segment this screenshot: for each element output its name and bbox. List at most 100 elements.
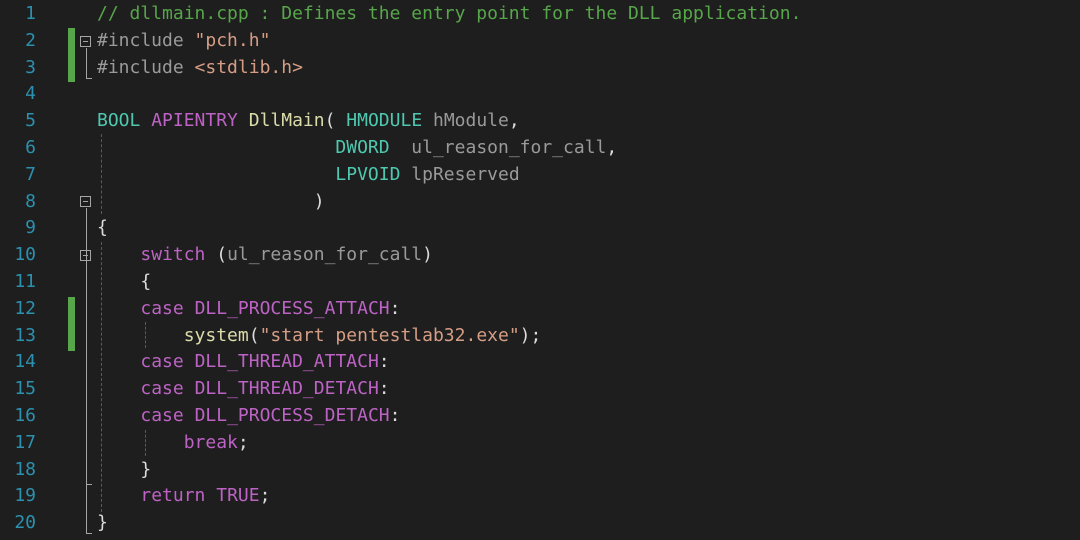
code-line[interactable]: 2 #include "pch.h" [0,28,1080,55]
code-token: : [378,351,390,373]
code-token: : [389,297,401,319]
code-text: ) [97,189,325,216]
code-text: break; [97,430,249,457]
code-token: break [183,431,238,453]
code-line[interactable]: 3 #include <stdlib.h> [0,55,1080,82]
line-number: 15 [14,378,36,400]
code-token: : [378,378,390,400]
code-token: APIENTRY [151,110,238,132]
code-token: switch [140,244,206,266]
code-token: "pch.h" [194,29,271,51]
code-token: DLL_THREAD_ATTACH [194,351,379,373]
code-token: } [97,512,108,534]
code-text: } [97,510,108,537]
code-token: <stdlib.h> [194,56,303,78]
line-number: 17 [14,431,36,453]
code-text: // dllmain.cpp : Defines the entry point… [97,1,801,28]
code-line[interactable]: 12 case DLL_PROCESS_ATTACH: [0,296,1080,323]
code-line[interactable]: 15 case DLL_THREAD_DETACH: [0,376,1080,403]
line-number: 6 [25,137,36,158]
code-token: ( [205,244,228,266]
code-token: case [140,378,184,400]
code-token: } [97,458,152,480]
code-editor[interactable]: 1 // dllmain.cpp : Defines the entry poin… [0,0,1080,540]
code-line[interactable]: 6 DWORD ul_reason_for_call, [0,135,1080,162]
code-text: DWORD ul_reason_for_call, [97,135,617,162]
code-token: return [140,485,206,507]
code-token: { [97,217,108,239]
code-token: ul_reason_for_call [227,244,423,266]
line-number: 13 [14,324,36,346]
code-text: BOOL APIENTRY DllMain( HMODULE hModule, [97,108,520,135]
code-token: { [97,271,152,292]
code-token: : [389,405,401,426]
line-number: 9 [25,217,36,239]
code-line[interactable]: 8 ) [0,189,1080,216]
code-line[interactable]: 11 { [0,269,1080,296]
code-token: hModule [433,110,509,132]
code-line[interactable]: 13 system("start pentestlab32.exe"); [0,323,1080,350]
code-token: ; [237,431,249,453]
code-line[interactable]: 1 // dllmain.cpp : Defines the entry poin… [0,1,1080,28]
code-text: #include "pch.h" [97,28,270,55]
code-line[interactable]: 5 BOOL APIENTRY DllMain( HMODULE hModule, [0,108,1080,135]
code-token: #include [97,29,195,51]
code-token: DLL_PROCESS_DETACH [194,405,390,426]
code-text: case DLL_THREAD_ATTACH: [97,349,390,376]
code-token: ) [422,244,433,266]
code-text: system("start pentestlab32.exe"); [97,323,542,350]
line-number: 3 [25,56,36,78]
code-line[interactable]: 9{ [0,215,1080,242]
code-token: ( [248,324,260,346]
code-token: lpReserved [411,163,520,185]
line-number: 5 [25,110,36,132]
code-token: BOOL [97,110,141,132]
code-token: , [606,137,618,158]
code-token: case [140,351,184,373]
code-text: { [97,215,108,242]
code-line[interactable]: 18 } [0,457,1080,484]
code-token: HMODULE [346,110,423,132]
code-line[interactable]: 7 LPVOID lpReserved [0,162,1080,189]
code-text: LPVOID lpReserved [97,162,520,189]
code-token: ; [259,485,271,507]
code-text: case DLL_THREAD_DETACH: [97,376,390,403]
code-line[interactable]: 19 return TRUE; [0,483,1080,510]
line-number: 11 [14,271,36,292]
code-line[interactable]: 14 case DLL_THREAD_ATTACH: [0,349,1080,376]
line-number: 1 [25,3,36,24]
code-line[interactable]: 16 case DLL_PROCESS_DETACH: [0,403,1080,430]
code-token: "start pentestlab32.exe" [259,324,520,346]
code-token: DWORD [335,137,390,158]
code-token: system [183,324,249,346]
code-token: DLL_THREAD_DETACH [194,378,379,400]
code-text: switch (ul_reason_for_call) [97,242,433,269]
code-token: ( [324,110,347,132]
code-line[interactable]: 4 [0,81,1080,108]
line-number: 20 [14,512,36,534]
code-text: } [97,457,151,484]
code-token: LPVOID [335,163,401,185]
line-number: 16 [14,405,36,426]
code-token: case [140,297,184,319]
code-line[interactable]: 10 switch (ul_reason_for_call) [0,242,1080,269]
line-number: 8 [25,190,36,212]
code-token: ) [97,190,325,212]
code-line[interactable]: 17 break; [0,430,1080,457]
code-token: ); [519,324,542,346]
code-text: #include <stdlib.h> [97,55,303,82]
code-line[interactable]: 20} [0,510,1080,537]
code-token: #include [97,56,195,78]
code-token: DllMain [248,110,325,132]
